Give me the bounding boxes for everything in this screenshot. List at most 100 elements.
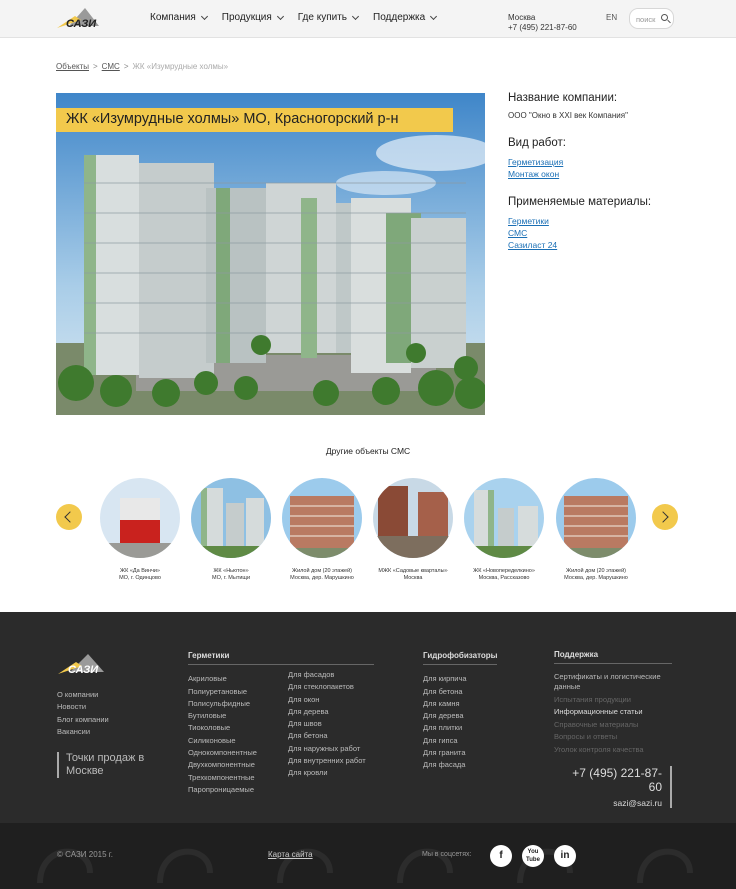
copyright: © САЗИ 2015 г. [57,850,113,859]
footer-link[interactable]: Информационные статьи [554,707,674,718]
footer-hydro-col: Гидрофобизаторы Для кирпича Для бетона Д… [423,650,498,772]
company-value: ООО "Окно в XXI век Компания" [508,111,628,120]
carousel-item[interactable]: Жилой дом (20 этажей) Москва, дер. Марушк… [277,478,367,582]
carousel-prev-arrow-icon[interactable] [56,504,82,530]
breadcrumb-sms[interactable]: СМС [102,62,120,71]
nav-label: Компания [150,12,196,23]
footer-link[interactable]: Сертификаты и логистические данные [554,672,674,693]
object-thumbnail [556,478,636,558]
works-label: Вид работ: [508,137,566,149]
footer-sealants-col2: Для фасадов Для стеклопакетов Для окон Д… [288,669,366,780]
footer-link[interactable]: Для внутренних работ [288,755,366,767]
youtube-icon[interactable]: You Tube [522,845,544,867]
chevron-down-icon [200,12,208,20]
footer-link[interactable]: Для наружных работ [288,743,366,755]
carousel-item[interactable]: МЖК «Садовые кварталы» Москва [368,478,458,582]
footer-link[interactable]: Для бетона [423,686,497,698]
chevron-down-icon [351,12,360,20]
search-icon[interactable] [661,14,668,21]
material-link[interactable]: СМС [508,227,688,239]
nav-products[interactable]: Продукция [221,12,284,23]
footer-link[interactable]: Для фасада [423,759,497,771]
material-link[interactable]: Герметики [508,215,688,227]
footer-link[interactable]: Для фасадов [288,669,366,681]
sazi-logo[interactable]: САЗИ [55,6,111,32]
breadcrumb: Объекты > СМС > ЖК «Изумрудные холмы» [56,62,228,71]
nav-label: Поддержка [373,12,426,23]
footer-link[interactable]: Для кирпича [423,673,497,685]
carousel-item[interactable]: Жилой дом (20 этажей) Москва, дер. Марушк… [551,478,641,582]
carousel-caption: МЖК «Садовые кварталы» Москва [378,568,448,581]
footer-link[interactable]: Для дерева [288,706,366,718]
carousel-item[interactable]: ЖК «Новопеределкино» Москва, Рассказово [459,478,549,582]
footer-about-list: О компании Новости Блог компании Ваканси… [57,689,109,738]
footer-link[interactable]: Паропроницаемые [188,784,374,796]
object-thumbnail [100,478,180,558]
facebook-icon[interactable]: f [490,845,512,867]
footer-link[interactable]: Испытания продукции [554,695,674,706]
work-link[interactable]: Герметизация [508,156,688,168]
footer-link[interactable]: Уголок контроля качества [554,745,674,756]
object-photo [56,93,485,415]
work-link[interactable]: Монтаж окон [508,168,688,180]
material-link[interactable]: Сазиласт 24 [508,239,688,251]
footer-link[interactable]: Вакансии [57,726,109,738]
other-objects-title: Другие объекты СМС [325,446,411,456]
breadcrumb-objects[interactable]: Объекты [56,62,89,71]
materials-list: Герметики СМС Сазиласт 24 [508,215,688,251]
object-info: Название компании: ООО "Окно в XXI век К… [508,92,688,267]
nav-where-to-buy[interactable]: Где купить [298,12,360,23]
linkedin-icon[interactable]: in [554,845,576,867]
footer-link[interactable]: Для дерева [423,710,497,722]
search-placeholder: поиск [636,15,656,24]
materials-label: Применяемые материалы: [508,196,652,208]
footer-heading-hydro[interactable]: Гидрофобизаторы [423,650,498,666]
sitemap-link[interactable]: Карта сайта [268,850,313,859]
footer-link[interactable]: Справочные материалы [554,720,674,731]
header-contacts: Москва +7 (495) 221-87-60 [508,13,577,33]
footer-link[interactable]: Для плитки [423,722,497,734]
footer-link[interactable]: Блог компании [57,714,109,726]
nav-support[interactable]: Поддержка [373,12,438,23]
header-phone: +7 (495) 221-87-60 [508,23,577,32]
object-thumbnail [282,478,362,558]
footer-heading-sealants[interactable]: Герметики [188,650,374,666]
footer-link[interactable]: Для гипса [423,735,497,747]
footer-link[interactable]: Для окон [288,694,366,706]
footer-link[interactable]: Новости [57,701,109,713]
nav-label: Продукция [221,12,272,23]
footer-heading-support[interactable]: Поддержка [554,650,672,664]
footer-link[interactable]: Для швов [288,718,366,730]
footer-link[interactable]: Для бетона [288,730,366,742]
carousel-caption: ЖК «Ньютон» МО, г. Мытищи [211,568,251,581]
company-label: Название компании: [508,92,618,104]
works-list: Герметизация Монтаж окон [508,156,688,180]
carousel-item[interactable]: ЖК «Ньютон» МО, г. Мытищи [186,478,276,582]
footer-phone: +7 (495) 221-87-60 [572,766,662,794]
chevron-down-icon [276,12,284,20]
footer-email[interactable]: sazi@sazi.ru [560,798,662,808]
object-thumbnail [373,478,453,558]
carousel-item[interactable]: ЖК «Да Винчи» МО, г. Одинцово [95,478,185,582]
footer-link[interactable]: Для гранита [423,747,497,759]
carousel-next-arrow-icon[interactable] [652,504,678,530]
logo-text: САЗИ [68,664,99,676]
logo-text: САЗИ [66,18,97,30]
header-city[interactable]: Москва [508,13,577,23]
nav-company[interactable]: Компания [150,12,208,23]
sales-points-link[interactable]: Точки продаж в Москве [57,752,157,778]
social-label: Мы в соцсетях: [422,851,472,858]
footer-link[interactable]: Для стеклопакетов [288,681,366,693]
footer-logo[interactable]: САЗИ [56,652,116,678]
footer-link[interactable]: Для кровли [288,767,366,779]
footer-support-col: Поддержка Сертификаты и логистические да… [554,650,674,755]
language-switch[interactable]: EN [606,13,617,22]
footer-link[interactable]: О компании [57,689,109,701]
search-input[interactable]: поиск [629,8,674,29]
carousel-caption: Жилой дом (20 этажей) Москва, дер. Марушк… [290,568,354,581]
footer-link[interactable]: Вопросы и ответы [554,732,674,743]
carousel-caption: Жилой дом (20 этажей) Москва, дер. Марушк… [564,568,628,581]
object-thumbnail [191,478,271,558]
footer-link[interactable]: Для камня [423,698,497,710]
footer-contacts: +7 (495) 221-87-60 sazi@sazi.ru [560,766,672,808]
